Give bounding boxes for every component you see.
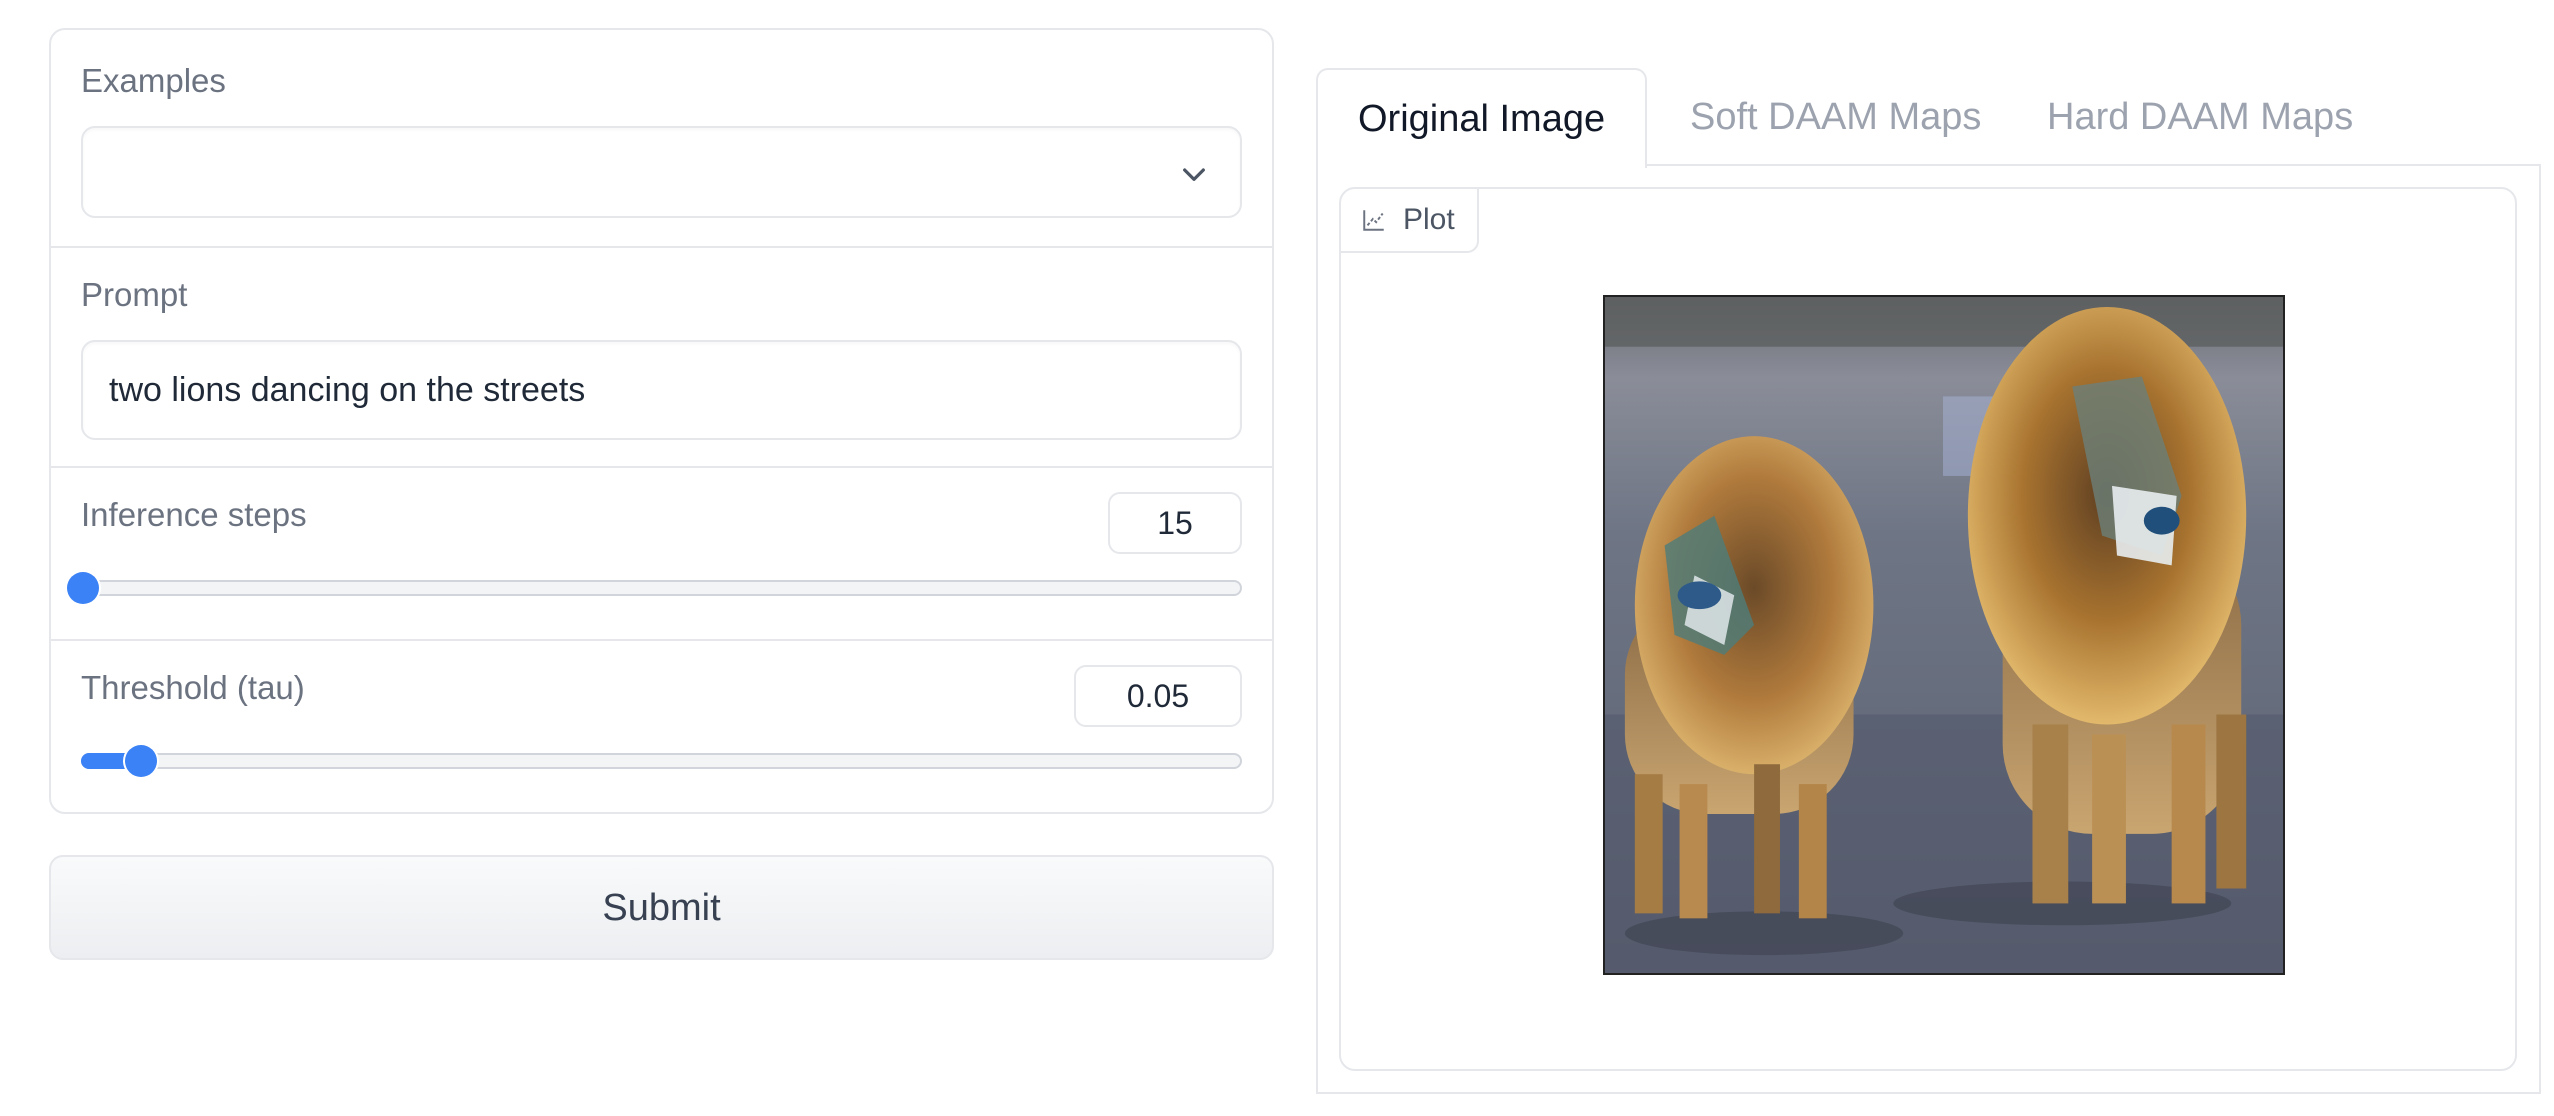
prompt-input[interactable]: two lions dancing on the streets [81,340,1242,440]
generated-image [1603,295,2285,975]
prompt-label: Prompt [81,276,188,313]
plot-label: Plot [1341,189,1479,253]
chart-icon [1363,210,1384,231]
threshold-slider-thumb[interactable] [124,745,157,777]
tab-hard-daam-maps[interactable]: Hard DAAM Maps [2047,68,2353,166]
prompt-block: Prompt two lions dancing on the streets [51,248,1272,468]
inference-steps-number-input[interactable]: 15 [1108,492,1242,554]
threshold-label: Threshold (tau) [81,669,305,706]
input-panel: Examples Prompt two lions dancing on the… [49,28,1274,814]
inference-steps-label: Inference steps [81,496,307,533]
examples-block: Examples [51,30,1272,248]
chevron-down-icon [1183,168,1205,181]
tab-original-image[interactable]: Original Image [1316,68,1648,168]
inference-steps-slider[interactable] [67,572,1242,604]
plot-container: Plot [1339,187,2517,1071]
tab-soft-daam-maps[interactable]: Soft DAAM Maps [1690,68,1981,166]
inference-steps-slider-thumb[interactable] [67,572,99,604]
examples-label: Examples [81,62,226,99]
examples-dropdown[interactable] [81,126,1242,218]
submit-button[interactable]: Submit [49,855,1274,960]
threshold-number-input[interactable]: 0.05 [1074,665,1242,727]
inference-steps-block: Inference steps 15 [51,468,1272,641]
threshold-slider[interactable] [81,745,1242,777]
plot-label-text: Plot [1403,203,1455,236]
threshold-block: Threshold (tau) 0.05 [51,641,1272,812]
